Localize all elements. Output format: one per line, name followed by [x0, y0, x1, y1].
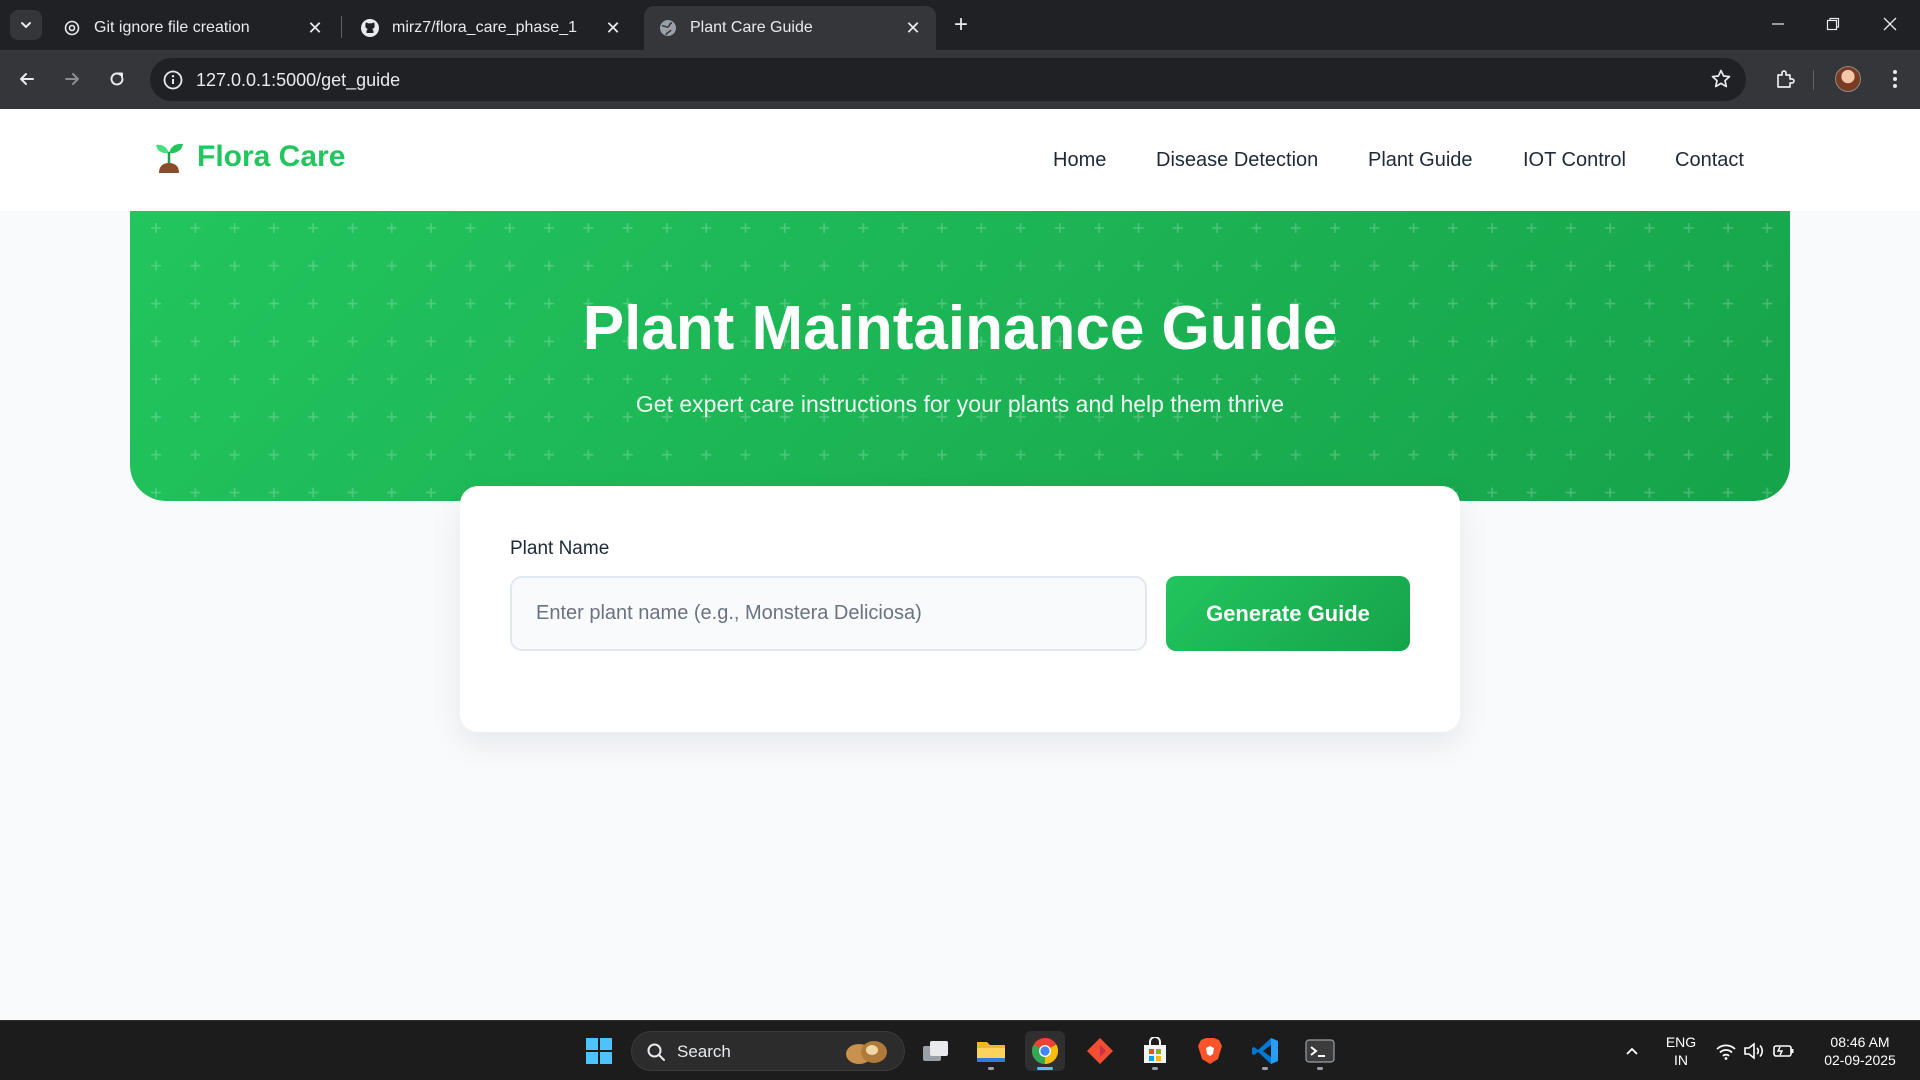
- browser-toolbar: 127.0.0.1:5000/get_guide: [0, 50, 1920, 109]
- taskbar-search[interactable]: Search: [631, 1031, 905, 1071]
- taskbar-file-explorer[interactable]: [971, 1031, 1011, 1071]
- clock-time: 08:46 AM: [1830, 1034, 1890, 1050]
- battery-icon: [1773, 1045, 1794, 1057]
- close-window-button[interactable]: [1868, 8, 1912, 40]
- openai-icon: [62, 18, 82, 38]
- browser-menu-button[interactable]: [1880, 64, 1910, 94]
- tab-plant-care-guide[interactable]: Plant Care Guide ✕: [644, 6, 936, 50]
- search-icon: [647, 1043, 665, 1061]
- page-title: Plant Maintainance Guide: [582, 294, 1338, 363]
- site-header: Flora Care Home Disease Detection Plant …: [0, 109, 1920, 211]
- clock[interactable]: 08:46 AM 02-09-2025: [1810, 1033, 1910, 1069]
- taskbar-task-view[interactable]: [916, 1031, 956, 1071]
- tray-overflow-button[interactable]: [1612, 1031, 1652, 1071]
- running-indicator: [1152, 1067, 1158, 1070]
- git-app-icon: [1087, 1038, 1113, 1064]
- clock-date: 02-09-2025: [1824, 1052, 1896, 1068]
- web-page: Flora Care Home Disease Detection Plant …: [0, 109, 1920, 1020]
- profile-avatar[interactable]: [1835, 66, 1861, 92]
- taskbar-git-app[interactable]: [1080, 1031, 1120, 1071]
- windows-start-icon: [586, 1038, 612, 1064]
- language-indicator[interactable]: ENG IN: [1658, 1033, 1704, 1069]
- new-tab-button[interactable]: +: [948, 11, 974, 38]
- nav-link-plant-guide[interactable]: Plant Guide: [1368, 149, 1473, 172]
- reload-icon: [110, 72, 124, 86]
- extensions-button[interactable]: [1770, 64, 1800, 94]
- brand-name: Flora Care: [197, 140, 346, 173]
- terminal-icon: [1305, 1039, 1335, 1063]
- restore-icon: [1826, 17, 1840, 31]
- tab-git-ignore[interactable]: Git ignore file creation ✕: [48, 6, 338, 50]
- chrome-icon: [1031, 1037, 1059, 1065]
- tab-search-button[interactable]: [10, 10, 42, 40]
- tab-github-repo[interactable]: mirz7/flora_care_phase_1 ✕: [346, 6, 636, 50]
- close-icon: [1883, 17, 1897, 31]
- taskbar-brave[interactable]: [1190, 1031, 1230, 1071]
- close-icon[interactable]: ✕: [604, 18, 622, 38]
- running-indicator: [1037, 1067, 1053, 1070]
- back-button[interactable]: [12, 64, 42, 94]
- more-vertical-icon: [1893, 70, 1897, 88]
- puzzle-icon: [1777, 70, 1795, 88]
- brand-logo[interactable]: Flora Care: [153, 139, 345, 175]
- hero-banner: Plant Maintainance Guide Get expert care…: [130, 211, 1790, 501]
- ms-store-icon: [1144, 1037, 1166, 1063]
- bookmark-star-icon[interactable]: [1710, 68, 1732, 90]
- guide-form-card: Plant Name Generate Guide: [460, 486, 1460, 732]
- url-text[interactable]: 127.0.0.1:5000/get_guide: [196, 70, 400, 91]
- chevron-up-icon: [1626, 1047, 1638, 1055]
- plant-name-input[interactable]: [510, 576, 1147, 651]
- forward-button[interactable]: [57, 64, 87, 94]
- search-highlight-icon: [846, 1041, 887, 1064]
- tab-label: mirz7/flora_care_phase_1: [392, 19, 577, 36]
- language-code: ENG: [1665, 1034, 1697, 1050]
- taskbar-terminal[interactable]: [1300, 1031, 1340, 1071]
- running-indicator: [1317, 1067, 1323, 1070]
- tab-separator: [341, 16, 342, 38]
- vscode-icon: [1252, 1038, 1278, 1064]
- generate-guide-button[interactable]: Generate Guide: [1166, 576, 1410, 651]
- search-label: Search: [677, 1042, 731, 1061]
- nav-link-disease-detection[interactable]: Disease Detection: [1156, 149, 1318, 172]
- toolbar-divider: [1813, 70, 1814, 90]
- seedling-icon: [156, 143, 183, 173]
- nav-link-home[interactable]: Home: [1053, 149, 1106, 172]
- globe-icon: [658, 18, 678, 38]
- taskbar-ms-store[interactable]: [1135, 1031, 1175, 1071]
- running-indicator: [1262, 1067, 1268, 1070]
- start-button[interactable]: [579, 1031, 619, 1071]
- arrow-right-icon: [65, 73, 79, 85]
- reload-button[interactable]: [102, 64, 132, 94]
- plant-name-label: Plant Name: [510, 538, 610, 559]
- nav-link-iot-control[interactable]: IOT Control: [1523, 149, 1626, 172]
- taskbar-vscode[interactable]: [1245, 1031, 1285, 1071]
- windows-taskbar: Search ENG IN 08:46 AM 02-09-2025: [0, 1020, 1920, 1080]
- file-explorer-icon: [977, 1042, 1005, 1062]
- browser-tab-bar: Git ignore file creation ✕ mirz7/flora_c…: [0, 0, 1920, 50]
- wifi-icon: [1716, 1044, 1736, 1060]
- chevron-down-icon: [21, 22, 31, 29]
- region-code: IN: [1674, 1052, 1688, 1068]
- close-icon[interactable]: ✕: [306, 18, 324, 38]
- taskbar-chrome[interactable]: [1025, 1031, 1065, 1071]
- page-subtitle: Get expert care instructions for your pl…: [635, 391, 1285, 417]
- site-info-icon[interactable]: [162, 69, 184, 91]
- close-icon[interactable]: ✕: [904, 18, 922, 38]
- arrow-left-icon: [20, 73, 34, 85]
- address-bar[interactable]: 127.0.0.1:5000/get_guide: [150, 58, 1746, 101]
- quick-settings[interactable]: [1710, 1031, 1800, 1071]
- minimize-button[interactable]: [1756, 8, 1800, 40]
- tab-label: Git ignore file creation: [94, 19, 250, 36]
- github-icon: [360, 18, 380, 38]
- brave-icon: [1198, 1038, 1222, 1064]
- running-indicator: [988, 1067, 994, 1070]
- task-view-icon: [923, 1041, 948, 1061]
- tab-label: Plant Care Guide: [690, 19, 813, 36]
- nav-link-contact[interactable]: Contact: [1675, 149, 1744, 172]
- volume-icon: [1744, 1042, 1763, 1060]
- restore-button[interactable]: [1811, 8, 1855, 40]
- minimize-icon: [1772, 23, 1784, 25]
